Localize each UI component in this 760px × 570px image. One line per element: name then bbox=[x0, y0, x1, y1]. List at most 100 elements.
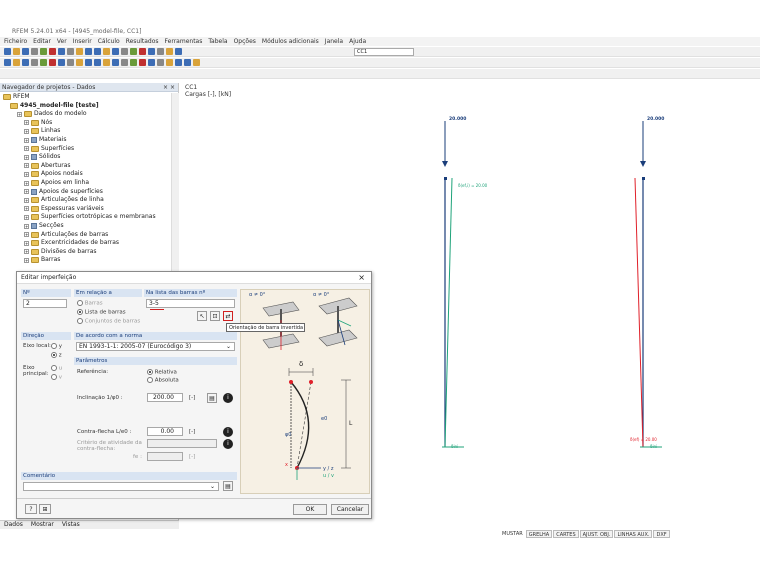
menu-item-10[interactable]: Janela bbox=[325, 38, 343, 45]
relation-option-members[interactable]: Barras bbox=[77, 300, 103, 307]
tab-vistas[interactable]: Vistas bbox=[62, 521, 80, 529]
toolbar-button-icon[interactable] bbox=[40, 59, 47, 66]
status-toggle[interactable]: MUSTAR bbox=[500, 530, 525, 538]
toolbar-button-icon[interactable] bbox=[13, 59, 20, 66]
expand-icon[interactable]: + bbox=[24, 146, 29, 152]
toolbar-button-icon[interactable] bbox=[184, 59, 191, 66]
status-toggle[interactable]: GRELHA bbox=[525, 530, 553, 538]
select-members-button[interactable]: ↖ bbox=[197, 311, 207, 321]
navigator-close-icon[interactable]: × × bbox=[163, 83, 175, 92]
inclination-edit-button[interactable]: ▤ bbox=[207, 393, 217, 403]
expand-icon[interactable]: + bbox=[17, 111, 22, 117]
number-field[interactable]: 2 bbox=[23, 299, 67, 308]
member-list-field[interactable]: 3-5 bbox=[146, 299, 235, 308]
menu-item-11[interactable]: Ajuda bbox=[349, 38, 366, 45]
reference-absolute-radio[interactable]: Absoluta bbox=[147, 377, 179, 384]
toolbar-button-icon[interactable] bbox=[103, 59, 110, 66]
tree-item[interactable]: + Apoios de superfícies bbox=[24, 188, 103, 196]
reverse-member-orientation-button[interactable]: ⇄ bbox=[223, 311, 233, 321]
toolbar-button-icon[interactable] bbox=[58, 59, 65, 66]
tree-item[interactable]: + Espessuras variáveis bbox=[24, 205, 104, 213]
expand-icon[interactable]: + bbox=[24, 223, 29, 229]
tree-item[interactable]: + Sólidos bbox=[24, 153, 60, 161]
principal-axis-v-radio[interactable]: v bbox=[51, 374, 62, 381]
toolbar-button-icon[interactable] bbox=[157, 59, 164, 66]
toolbar-button-icon[interactable] bbox=[130, 48, 137, 55]
menu-item-0[interactable]: Ficheiro bbox=[4, 38, 27, 45]
menu-item-7[interactable]: Tabela bbox=[208, 38, 227, 45]
status-toggle[interactable]: CARTES bbox=[553, 530, 579, 538]
camber-info-icon[interactable]: i bbox=[223, 427, 233, 437]
toolbar-button-icon[interactable] bbox=[139, 59, 146, 66]
cancel-button[interactable]: Cancelar bbox=[331, 504, 369, 515]
expand-icon[interactable]: + bbox=[24, 137, 29, 143]
tree-item[interactable]: + Secções bbox=[24, 222, 64, 230]
toolbar-button-icon[interactable] bbox=[103, 48, 110, 55]
expand-icon[interactable]: + bbox=[24, 163, 29, 169]
toolbar-button-icon[interactable] bbox=[13, 48, 20, 55]
toolbar-button-icon[interactable] bbox=[31, 59, 38, 66]
expand-icon[interactable]: + bbox=[24, 232, 29, 238]
tree-item[interactable]: 4945_model-file [teste] bbox=[10, 102, 99, 110]
status-toggle[interactable]: LINHAS AUX. bbox=[614, 530, 653, 538]
toolbar-button-icon[interactable] bbox=[22, 59, 29, 66]
expand-icon[interactable]: + bbox=[24, 128, 29, 134]
toolbar-button-icon[interactable] bbox=[31, 48, 38, 55]
toolbar-button-icon[interactable] bbox=[112, 59, 119, 66]
tree-item[interactable]: + Divisões de barras bbox=[24, 248, 97, 256]
toolbar-button-icon[interactable] bbox=[94, 59, 101, 66]
toolbar-button-icon[interactable] bbox=[130, 59, 137, 66]
expand-icon[interactable]: + bbox=[24, 120, 29, 126]
toolbar-button-icon[interactable] bbox=[40, 48, 47, 55]
camber-criteria-select[interactable] bbox=[147, 439, 217, 448]
reference-relative-radio[interactable]: Relativa bbox=[147, 369, 177, 376]
toolbar-button-icon[interactable] bbox=[121, 48, 128, 55]
tree-item[interactable]: + Materiais bbox=[24, 136, 67, 144]
toolbar-button-icon[interactable] bbox=[85, 59, 92, 66]
tree-item[interactable]: + Articulações de linha bbox=[24, 196, 104, 204]
expand-icon[interactable]: + bbox=[24, 240, 29, 246]
expand-icon[interactable]: + bbox=[24, 154, 29, 160]
principal-axis-u-radio[interactable]: u bbox=[51, 365, 62, 372]
toolbar-button-icon[interactable] bbox=[58, 48, 65, 55]
menu-item-4[interactable]: Cálculo bbox=[98, 38, 120, 45]
menu-item-3[interactable]: Inserir bbox=[73, 38, 92, 45]
local-axis-z-radio[interactable]: z bbox=[51, 352, 62, 359]
tree-item[interactable]: + Aberturas bbox=[24, 162, 71, 170]
tree-item[interactable]: RFEM bbox=[3, 93, 30, 101]
toolbar-button-icon[interactable] bbox=[85, 48, 92, 55]
menu-item-8[interactable]: Opções bbox=[234, 38, 256, 45]
toolbar-button-icon[interactable] bbox=[193, 59, 200, 66]
tree-item[interactable]: + Excentricidades de barras bbox=[24, 239, 119, 247]
toolbar-button-icon[interactable] bbox=[94, 48, 101, 55]
fe-field[interactable] bbox=[147, 452, 183, 461]
tree-item[interactable]: + Apoios em linha bbox=[24, 179, 89, 187]
help-button[interactable]: ? bbox=[25, 504, 37, 514]
toolbar-button-icon[interactable] bbox=[148, 48, 155, 55]
menu-item-1[interactable]: Editar bbox=[33, 38, 51, 45]
toolbar-button-icon[interactable] bbox=[76, 48, 83, 55]
menu-item-9[interactable]: Módulos adicionais bbox=[262, 38, 319, 45]
units-button[interactable]: ⊞ bbox=[39, 504, 51, 514]
norm-select[interactable]: EN 1993-1-1: 2005-07 (Eurocódigo 3) ⌄ bbox=[76, 342, 235, 351]
inclination-field[interactable]: 200.00 bbox=[147, 393, 183, 402]
tree-item[interactable]: + Superfícies ortotrópicas e membranas bbox=[24, 213, 156, 221]
toolbar-button-icon[interactable] bbox=[166, 59, 173, 66]
tree-item[interactable]: + Apoios nodais bbox=[24, 170, 83, 178]
status-toggle[interactable]: AJUST. OBJ. bbox=[579, 530, 614, 538]
loadcase-select[interactable]: CC1 bbox=[354, 47, 414, 56]
tree-item[interactable]: + Articulações de barras bbox=[24, 231, 108, 239]
criteria-info-icon[interactable]: i bbox=[223, 439, 233, 449]
tree-item[interactable]: + Barras bbox=[24, 256, 60, 264]
toolbar-button-icon[interactable] bbox=[76, 59, 83, 66]
local-axis-y-radio[interactable]: y bbox=[51, 343, 62, 350]
relation-option-member-list[interactable]: Lista de barras bbox=[77, 309, 126, 316]
tree-item[interactable]: + Linhas bbox=[24, 127, 60, 135]
toolbar-button-icon[interactable] bbox=[157, 48, 164, 55]
tab-mostrar[interactable]: Mostrar bbox=[31, 521, 54, 529]
toolbar-button-icon[interactable] bbox=[139, 48, 146, 55]
expand-icon[interactable]: + bbox=[24, 189, 29, 195]
toolbar-button-icon[interactable] bbox=[148, 59, 155, 66]
expand-icon[interactable]: + bbox=[24, 257, 29, 263]
toolbar-button-icon[interactable] bbox=[49, 59, 56, 66]
